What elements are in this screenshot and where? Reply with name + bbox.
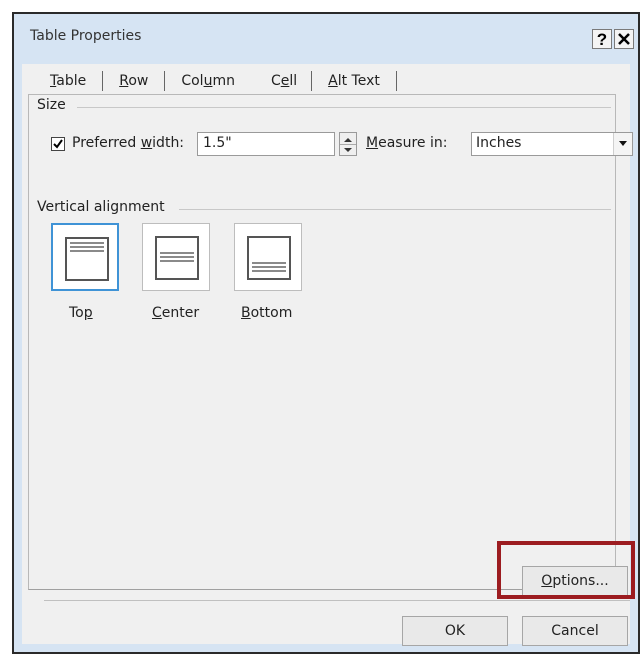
align-bottom-label: Bottom <box>241 305 293 321</box>
close-button[interactable] <box>614 29 634 49</box>
vertical-alignment-divider <box>179 209 611 210</box>
arrow-down-icon <box>344 148 352 152</box>
align-center-label: Center <box>152 305 200 321</box>
align-bottom-button[interactable] <box>234 223 302 291</box>
tab-row[interactable]: Row <box>103 71 166 91</box>
measure-in-value: Inches <box>476 135 522 151</box>
tab-alt-text[interactable]: Alt Text <box>311 71 397 91</box>
dropdown-button[interactable] <box>613 133 632 155</box>
preferred-width-label: Preferred width: <box>72 135 185 151</box>
size-group-label: Size <box>37 97 66 113</box>
footer-divider <box>44 600 630 601</box>
chevron-down-icon <box>619 141 627 146</box>
tab-column[interactable]: Column <box>165 71 253 91</box>
checkmark-icon <box>53 139 63 149</box>
dialog-title: Table Properties <box>30 28 142 44</box>
align-center-button[interactable] <box>142 223 210 291</box>
tab-strip: Table Row Column Cell Alt Text <box>34 68 397 94</box>
help-button[interactable]: ? <box>592 29 612 49</box>
close-icon <box>618 33 630 45</box>
preferred-width-input[interactable]: 1.5" <box>197 132 335 156</box>
cancel-button[interactable]: Cancel <box>522 616 628 646</box>
align-top-button[interactable] <box>51 223 119 291</box>
cell-tab-panel: Size Preferred width: 1.5" Measure in: I… <box>28 94 633 590</box>
align-center-icon <box>155 236 199 280</box>
spinner-down-button[interactable] <box>340 144 356 155</box>
title-bar[interactable]: Table Properties ? <box>14 14 638 64</box>
vertical-alignment-group-label: Vertical alignment <box>37 199 165 215</box>
measure-in-select[interactable]: Inches <box>471 132 633 156</box>
tab-table[interactable]: Table <box>34 71 104 91</box>
options-highlight-box <box>497 541 635 599</box>
preferred-width-checkbox[interactable] <box>51 137 65 151</box>
size-group-divider <box>77 107 611 108</box>
ok-button[interactable]: OK <box>402 616 508 646</box>
tab-cell[interactable]: Cell <box>253 71 311 91</box>
align-top-label: Top <box>69 305 93 321</box>
align-top-icon <box>65 237 109 281</box>
align-bottom-icon <box>247 236 291 280</box>
measure-in-label: Measure in: <box>366 135 448 151</box>
width-spinner[interactable] <box>339 132 357 156</box>
